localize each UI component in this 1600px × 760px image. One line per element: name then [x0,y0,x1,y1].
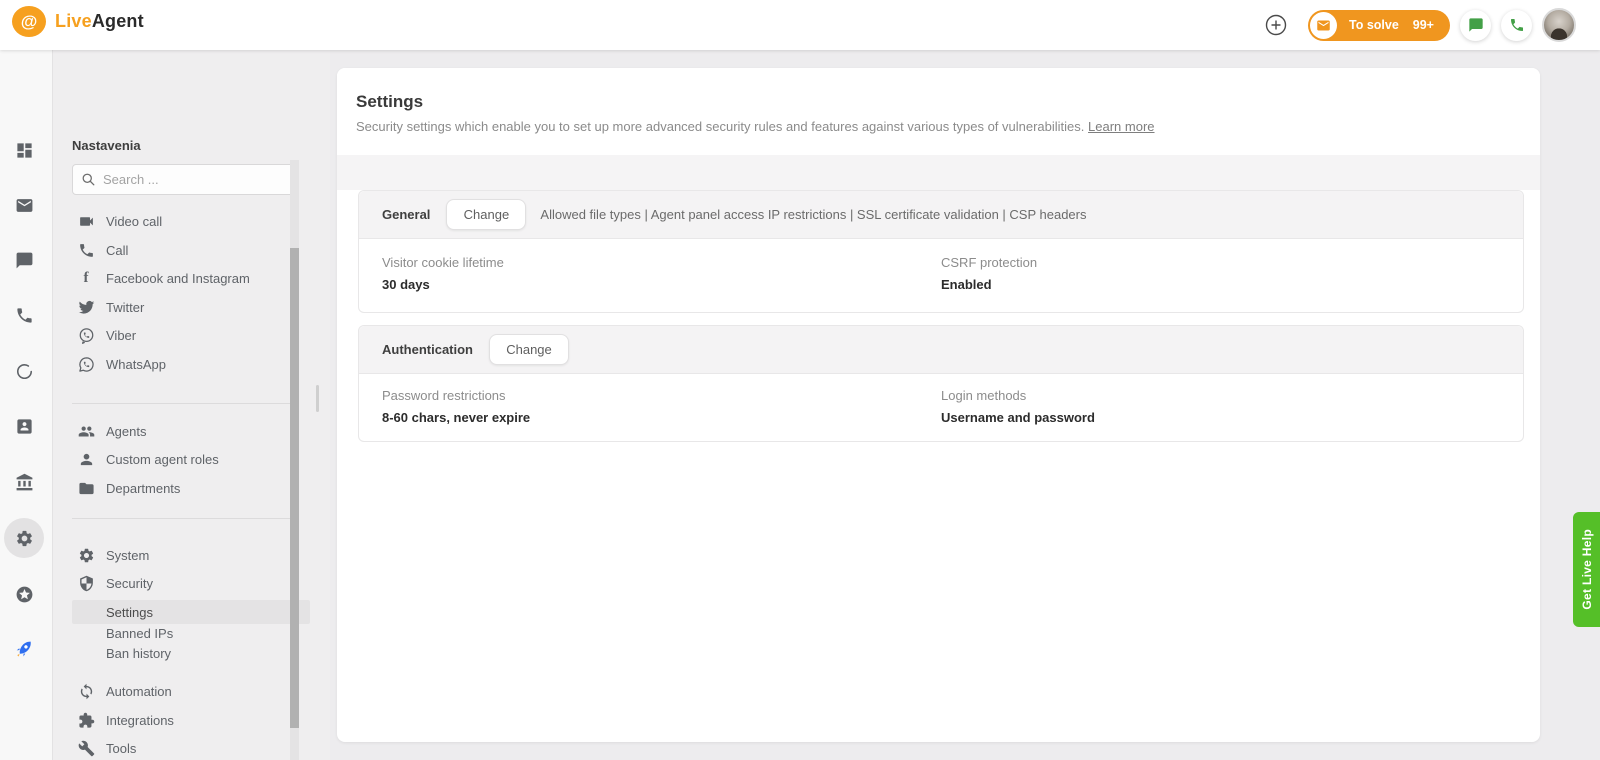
gamification-star-icon[interactable] [4,574,44,614]
time-circle-icon[interactable] [4,351,44,391]
field-csrf-protection: CSRF protection Enabled [941,255,1523,292]
call-icon [77,241,95,259]
whatsapp-icon [77,355,95,373]
learn-more-link[interactable]: Learn more [1088,119,1154,134]
icon-rail [0,50,53,760]
settings-main-card: Settings Security settings which enable … [337,68,1540,742]
sidebar-divider [72,518,292,519]
sidebar-item-video-call[interactable]: Video call [53,207,330,235]
logo-bubble-icon: @ [12,6,46,37]
sidebar-item-custom-agent-roles[interactable]: Custom agent roles [53,445,330,473]
agents-icon [77,422,95,440]
settings-sidebar: Nastavenia Video call Call f Facebook an… [53,50,330,760]
viber-icon [77,326,95,344]
logo-text: LiveAgent [55,11,144,32]
calls-button[interactable] [1501,10,1532,41]
person-icon [77,450,95,468]
settings-gear-icon[interactable] [4,518,44,558]
company-icon[interactable] [4,462,44,502]
gear-icon [77,546,95,564]
sidebar-item-whatsapp[interactable]: WhatsApp [53,350,330,378]
rocket-icon[interactable] [4,628,44,668]
call-icon[interactable] [4,295,44,335]
puzzle-icon [77,711,95,729]
get-live-help-label: Get Live Help [1580,529,1594,610]
card-toolbar-band [337,155,1540,190]
authentication-panel-title: Authentication [382,342,473,357]
wrench-icon [77,739,95,757]
twitter-icon [77,298,95,316]
chat-icon[interactable] [4,240,44,280]
sidebar-scrollbar-thumb[interactable] [290,248,299,728]
page-description: Security settings which enable you to se… [356,119,1540,134]
search-input[interactable] [103,172,273,187]
sidebar-scrollbar-track[interactable] [290,160,299,760]
general-tabs-links[interactable]: Allowed file types | Agent panel access … [540,207,1086,222]
sidebar-item-viber[interactable]: Viber [53,321,330,349]
field-password-restrictions: Password restrictions 8-60 chars, never … [359,388,941,425]
facebook-icon: f [77,269,95,287]
sidebar-search[interactable] [72,164,296,195]
chat-bubble-icon [1468,17,1484,33]
sidebar-item-automation[interactable]: Automation [53,677,330,705]
sidebar-item-twitter[interactable]: Twitter [53,293,330,321]
field-visitor-cookie-lifetime: Visitor cookie lifetime 30 days [359,255,941,292]
general-panel-body: Visitor cookie lifetime 30 days CSRF pro… [359,239,1523,312]
top-header: @ LiveAgent To solve 99+ [0,0,1600,50]
sidebar-resize-handle[interactable] [316,385,319,412]
sidebar-divider [72,403,292,404]
authentication-panel: Authentication Change Password restricti… [358,325,1524,442]
page-title: Settings [356,92,1540,112]
to-solve-button[interactable]: To solve 99+ [1308,10,1450,41]
sidebar-item-banned-ips[interactable]: Banned IPs [53,623,330,644]
to-solve-count-badge: 99+ [1413,18,1434,32]
sidebar-item-tools[interactable]: Tools [53,734,330,760]
sidebar-item-facebook-instagram[interactable]: f Facebook and Instagram [53,264,330,292]
add-plus-icon[interactable] [1264,13,1288,37]
folder-icon [77,479,95,497]
shield-icon [77,574,95,592]
envelope-icon [1310,12,1337,39]
general-panel-header: General Change Allowed file types | Agen… [359,191,1523,239]
general-panel: General Change Allowed file types | Agen… [358,190,1524,313]
video-call-icon [77,212,95,230]
sync-icon [77,682,95,700]
user-avatar[interactable] [1542,8,1576,42]
dashboard-icon[interactable] [4,130,44,170]
to-solve-label: To solve [1349,18,1399,32]
sidebar-item-departments[interactable]: Departments [53,474,330,502]
contact-card-icon[interactable] [4,406,44,446]
sidebar-item-ban-history[interactable]: Ban history [53,643,330,664]
authentication-panel-body: Password restrictions 8-60 chars, never … [359,374,1523,441]
authentication-panel-header: Authentication Change [359,326,1523,374]
search-icon [81,172,96,187]
field-login-methods: Login methods Username and password [941,388,1523,425]
mail-icon[interactable] [4,185,44,225]
authentication-change-button[interactable]: Change [489,334,569,365]
sidebar-item-integrations[interactable]: Integrations [53,706,330,734]
general-panel-title: General [382,207,430,222]
general-change-button[interactable]: Change [446,199,526,230]
sidebar-title: Nastavenia [72,138,141,153]
page-header: Settings Security settings which enable … [337,68,1540,155]
chats-button[interactable] [1460,10,1491,41]
sidebar-item-call[interactable]: Call [53,236,330,264]
liveagent-logo[interactable]: @ LiveAgent [12,6,144,37]
sidebar-item-system[interactable]: System [53,541,330,569]
sidebar-item-agents[interactable]: Agents [53,417,330,445]
get-live-help-tab[interactable]: Get Live Help [1573,512,1600,627]
phone-icon [1509,17,1525,33]
sidebar-item-settings[interactable]: Settings [72,600,310,624]
sidebar-item-security[interactable]: Security [53,569,330,597]
